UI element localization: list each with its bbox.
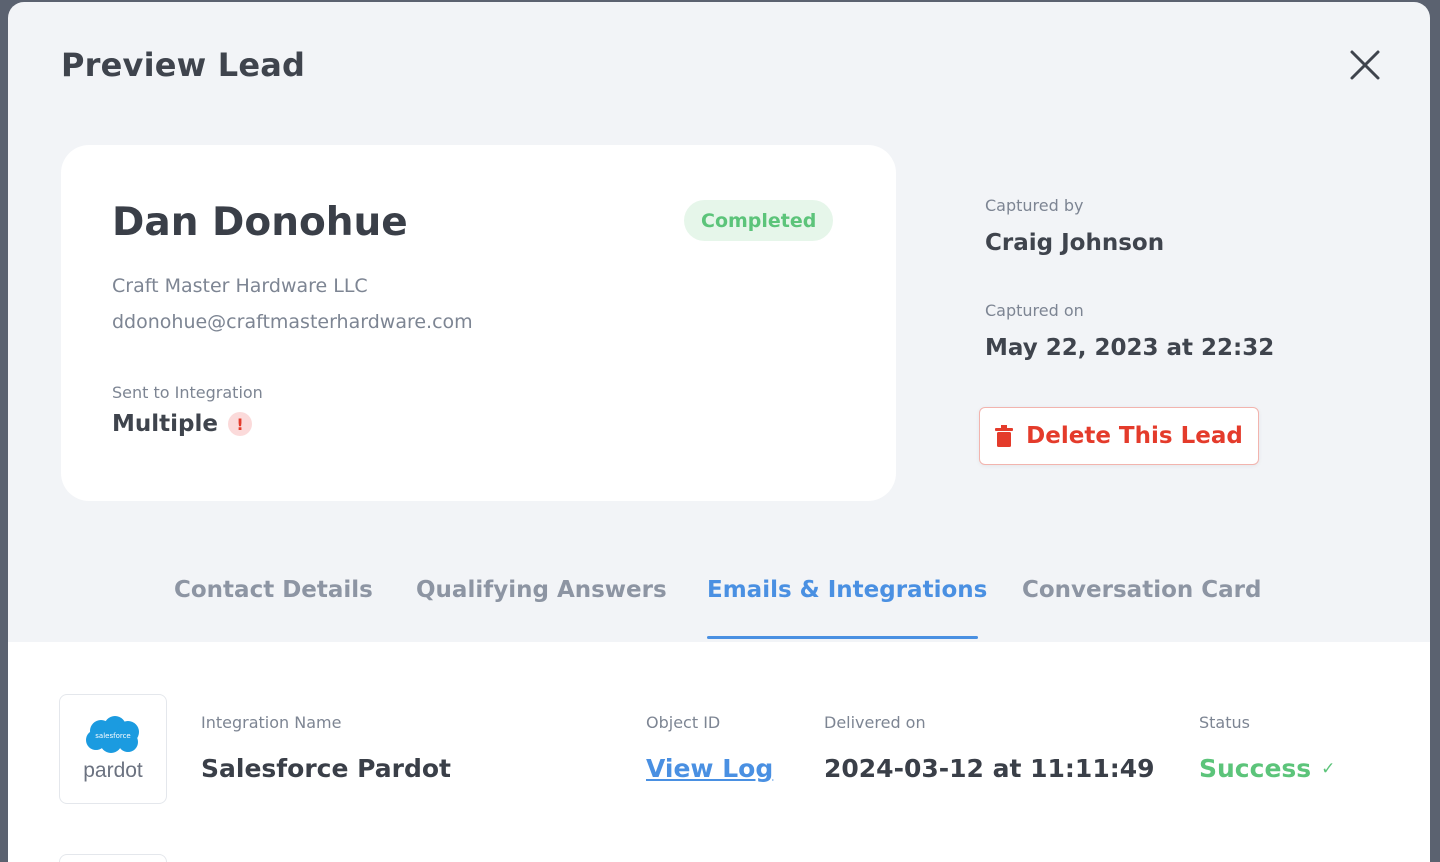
integration-logo: salesforce pardot — [59, 694, 167, 804]
trash-icon — [995, 425, 1014, 447]
integrations-panel: salesforce pardot Integration Name Sales… — [8, 642, 1430, 862]
object-id-label: Object ID — [646, 713, 721, 732]
captured-by-value: Craig Johnson — [985, 230, 1165, 256]
lead-name: Dan Donohue — [112, 200, 408, 245]
lead-summary-card: Dan Donohue Completed Craft Master Hardw… — [61, 145, 896, 501]
integration-name-label: Integration Name — [201, 713, 342, 732]
captured-on-label: Captured on — [985, 301, 1084, 320]
captured-on-value: May 22, 2023 at 22:32 — [985, 335, 1275, 361]
lead-company: Craft Master Hardware LLC — [112, 275, 368, 297]
salesforce-cloud-icon: salesforce — [86, 716, 139, 753]
status-badge: Completed — [684, 200, 834, 241]
tab-qualifying-answers[interactable]: Qualifying Answers — [416, 577, 667, 603]
tab-bar: Contact Details Qualifying Answers Email… — [8, 572, 1430, 642]
next-integration-logo — [59, 854, 167, 862]
sent-to-integration-label: Sent to Integration — [112, 383, 263, 402]
tab-contact-details[interactable]: Contact Details — [174, 577, 373, 603]
tab-conversation-card[interactable]: Conversation Card — [1022, 577, 1261, 603]
captured-by-label: Captured by — [985, 196, 1084, 215]
tab-emails-integrations[interactable]: Emails & Integrations — [707, 577, 987, 603]
modal-title: Preview Lead — [61, 46, 306, 84]
integration-name-value: Salesforce Pardot — [201, 754, 452, 783]
active-tab-indicator — [707, 636, 978, 639]
delivery-status-text: Success — [1199, 754, 1312, 783]
delivered-on-label: Delivered on — [824, 713, 926, 732]
alert-icon[interactable]: ! — [227, 412, 252, 436]
sent-to-integration-value: Multiple ! — [112, 411, 252, 437]
check-icon: ✓ — [1321, 758, 1336, 779]
view-log-link[interactable]: View Log — [646, 754, 773, 783]
delete-lead-button[interactable]: Delete This Lead — [979, 407, 1259, 465]
close-icon[interactable] — [1349, 49, 1381, 81]
delivered-on-value: 2024-03-12 at 11:11:49 — [824, 754, 1155, 783]
preview-lead-modal: Preview Lead Dan Donohue Completed Craft… — [8, 2, 1430, 862]
sent-to-integration-text: Multiple — [112, 411, 218, 437]
status-label: Status — [1199, 713, 1250, 732]
delivery-status: Success ✓ — [1199, 754, 1335, 783]
close-button[interactable] — [1346, 46, 1384, 84]
salesforce-logo-text: salesforce — [95, 732, 130, 740]
pardot-logo-text: pardot — [83, 759, 143, 782]
delete-lead-label: Delete This Lead — [1026, 423, 1243, 449]
lead-email: ddonohue@craftmasterhardware.com — [112, 311, 473, 333]
